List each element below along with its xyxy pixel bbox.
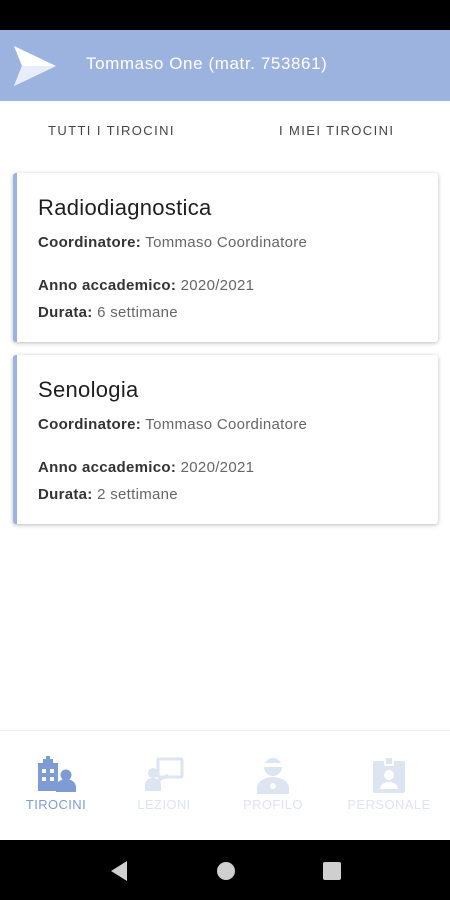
academic-year-label: Anno accademico: — [38, 459, 177, 476]
nav-label: PERSONALE — [347, 797, 431, 812]
duration-field: Durata: 2 settimane — [38, 486, 178, 503]
tab-my-internships[interactable]: I MIEI TIROCINI — [279, 123, 394, 138]
duration-value: 6 settimane — [97, 304, 178, 321]
card-title: Radiodiagnostica — [38, 195, 212, 220]
id-badge-icon — [373, 756, 405, 793]
duration-label: Durata: — [38, 304, 93, 321]
bottom-navigation: TIROCINI LEZIONI PROFILO PERSONALE — [0, 730, 450, 840]
tab-all-internships[interactable]: TUTTI I TIROCINI — [48, 123, 175, 138]
doctor-profile-icon — [257, 758, 289, 794]
send-logo-icon — [14, 46, 56, 86]
duration-value: 2 settimane — [97, 486, 178, 503]
hospital-staff-icon — [38, 756, 76, 792]
academic-year-value: 2020/2021 — [180, 277, 255, 294]
nav-item-profilo[interactable]: PROFILO — [217, 731, 329, 841]
tab-bar: TUTTI I TIROCINI I MIEI TIROCINI — [0, 101, 450, 159]
card-title: Senologia — [38, 377, 139, 402]
academic-year-label: Anno accademico: — [38, 277, 177, 294]
coordinator-label: Coordinatore: — [38, 234, 142, 251]
recent-apps-icon[interactable] — [322, 860, 342, 882]
internship-card[interactable]: Senologia Coordinatore: Tommaso Coordina… — [13, 355, 438, 524]
system-navigation-bar — [0, 840, 450, 900]
classroom-icon — [145, 757, 184, 791]
coordinator-field: Coordinatore: Tommaso Coordinatore — [38, 234, 307, 251]
status-bar — [0, 0, 450, 30]
coordinator-value: Tommaso Coordinatore — [145, 234, 308, 251]
app-bar: Tommaso One (matr. 753861) — [0, 30, 450, 101]
academic-year-field: Anno accademico: 2020/2021 — [38, 277, 254, 294]
nav-item-personale[interactable]: PERSONALE — [333, 731, 445, 841]
academic-year-field: Anno accademico: 2020/2021 — [38, 459, 254, 476]
coordinator-value: Tommaso Coordinatore — [145, 416, 308, 433]
duration-label: Durata: — [38, 486, 93, 503]
coordinator-label: Coordinatore: — [38, 416, 142, 433]
internship-card[interactable]: Radiodiagnostica Coordinatore: Tommaso C… — [13, 173, 438, 342]
nav-item-lezioni[interactable]: LEZIONI — [108, 731, 220, 841]
nav-label: PROFILO — [243, 797, 303, 812]
nav-label: LEZIONI — [137, 797, 191, 812]
duration-field: Durata: 6 settimane — [38, 304, 178, 321]
home-icon[interactable] — [216, 860, 236, 882]
user-title: Tommaso One (matr. 753861) — [86, 54, 328, 73]
academic-year-value: 2020/2021 — [180, 459, 255, 476]
back-icon[interactable] — [109, 860, 129, 882]
nav-item-tirocini[interactable]: TIROCINI — [0, 731, 112, 841]
nav-label: TIROCINI — [25, 797, 87, 812]
coordinator-field: Coordinatore: Tommaso Coordinatore — [38, 416, 307, 433]
